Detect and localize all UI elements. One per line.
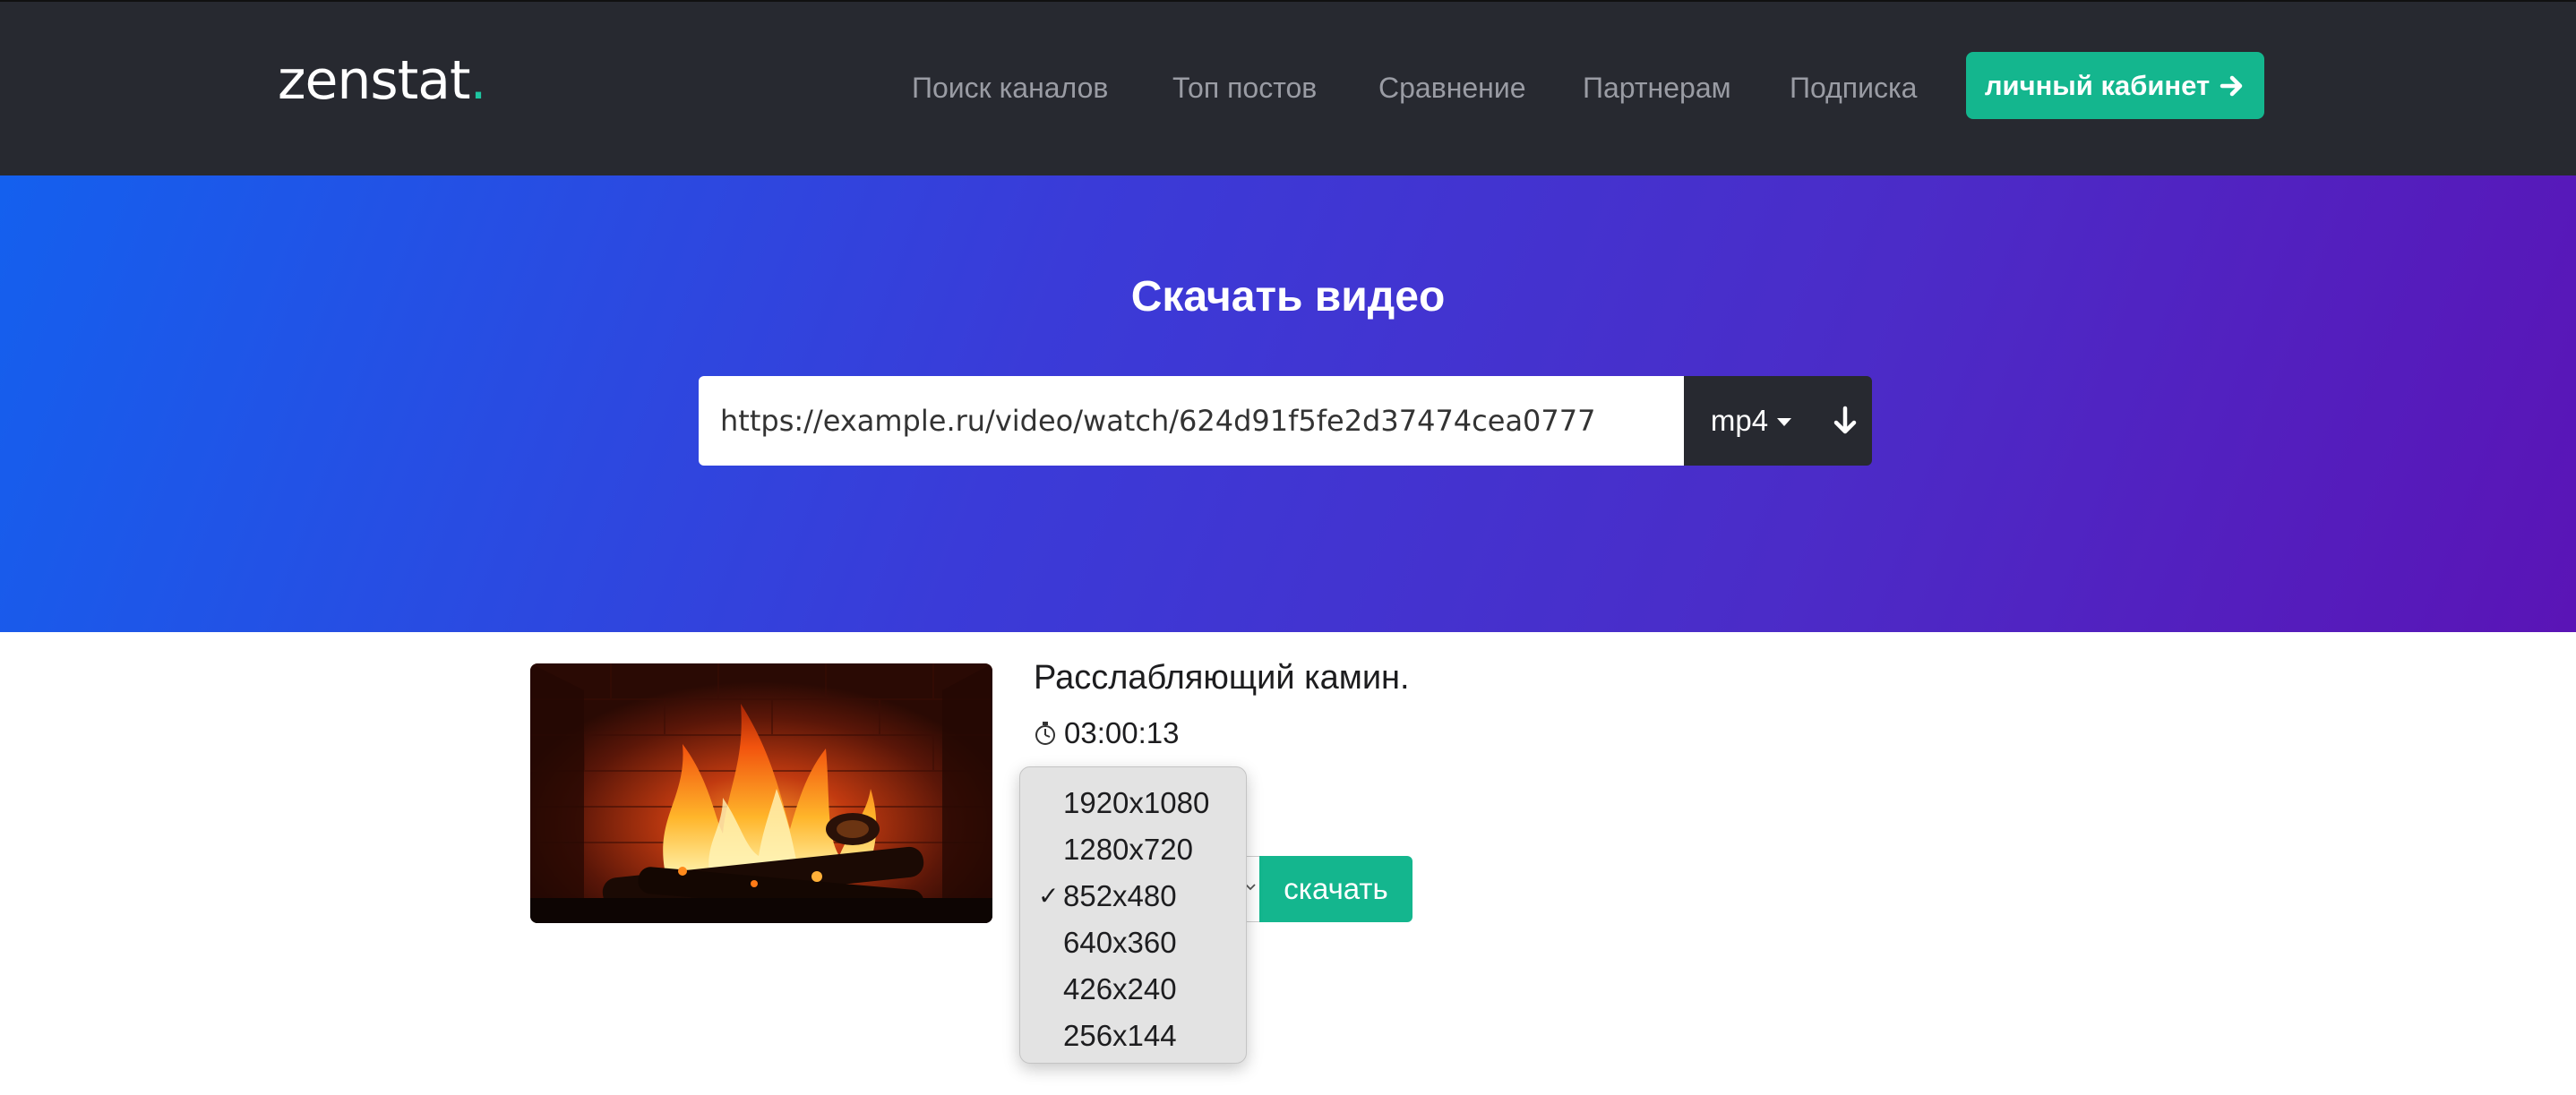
logo-dot: . xyxy=(469,49,487,112)
checkmark-icon: ✓ xyxy=(1038,882,1060,910)
logo[interactable]: zenstat. xyxy=(278,54,487,107)
nav-link-comparison[interactable]: Сравнение xyxy=(1378,68,1526,107)
resolution-option-852x480[interactable]: ✓ 852x480 xyxy=(1020,873,1246,920)
video-url-input[interactable] xyxy=(699,376,1684,466)
video-title: Расслабляющий камин. xyxy=(1034,659,1410,697)
video-duration: 03:00:13 xyxy=(1034,714,1179,752)
personal-cabinet-button[interactable]: личный кабинет xyxy=(1966,52,2264,119)
resolution-option-256x144[interactable]: 256x144 xyxy=(1020,1013,1246,1059)
fireplace-image xyxy=(530,663,992,923)
top-navbar: zenstat. Поиск каналов Топ постов Сравне… xyxy=(0,0,2576,175)
video-thumbnail xyxy=(530,663,992,923)
arrow-down-icon xyxy=(1833,406,1857,434)
page-title: Скачать видео xyxy=(1130,273,1446,321)
format-dropdown-button[interactable]: mp4 xyxy=(1684,376,1818,466)
hero-section: Скачать видео mp4 xyxy=(0,175,2576,632)
download-button[interactable]: скачать xyxy=(1259,856,1413,922)
resolution-option-1920x1080[interactable]: 1920x1080 xyxy=(1020,780,1246,826)
duration-text: 03:00:13 xyxy=(1064,716,1180,749)
resolution-option-label: 852x480 xyxy=(1063,879,1177,912)
resolution-option-label: 1280x720 xyxy=(1063,833,1193,866)
fetch-video-button[interactable] xyxy=(1818,376,1872,466)
nav-link-subscription[interactable]: Подписка xyxy=(1790,68,1917,107)
personal-cabinet-label: личный кабинет xyxy=(1984,69,2211,101)
format-label: mp4 xyxy=(1710,404,1769,437)
stopwatch-icon xyxy=(1035,722,1055,745)
nav-link-top-posts[interactable]: Топ постов xyxy=(1172,68,1317,107)
resolution-option-label: 1920x1080 xyxy=(1063,786,1210,819)
logo-text: zenstat xyxy=(278,49,471,112)
resolution-option-1280x720[interactable]: 1280x720 xyxy=(1020,826,1246,873)
resolution-dropdown-menu: 1920x1080 1280x720 ✓ 852x480 640x360 426x… xyxy=(1019,766,1247,1064)
arrow-right-icon xyxy=(2220,75,2243,96)
caret-down-icon xyxy=(1777,417,1792,426)
nav-link-channel-search[interactable]: Поиск каналов xyxy=(912,68,1108,107)
nav-link-partners[interactable]: Партнерам xyxy=(1583,68,1731,107)
resolution-option-label: 426x240 xyxy=(1063,972,1177,1005)
resolution-option-label: 256x144 xyxy=(1063,1019,1177,1052)
resolution-option-426x240[interactable]: 426x240 xyxy=(1020,966,1246,1013)
resolution-option-label: 640x360 xyxy=(1063,926,1177,959)
resolution-option-640x360[interactable]: 640x360 xyxy=(1020,920,1246,966)
